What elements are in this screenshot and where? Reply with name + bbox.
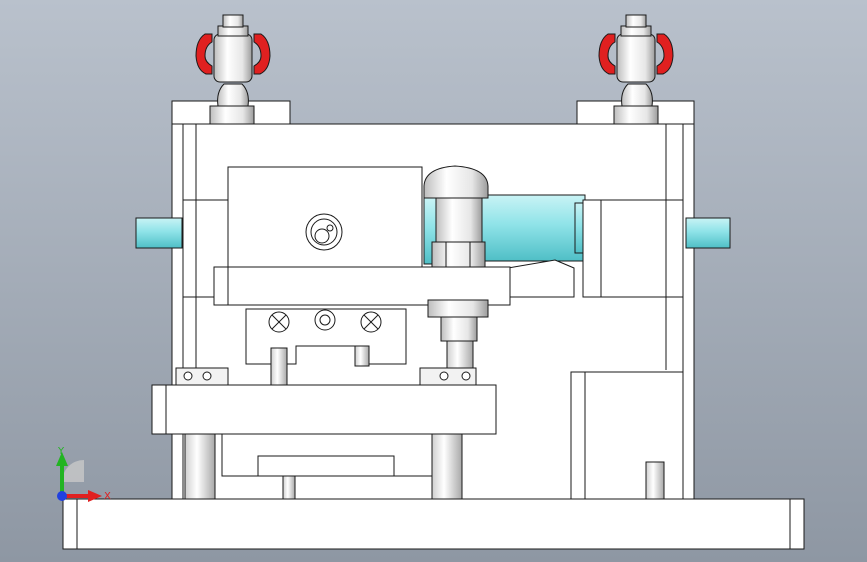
clamp-left-base-nut	[209, 105, 255, 125]
y-axis-label: Y	[57, 446, 65, 457]
piston-rod[interactable]	[446, 340, 474, 370]
side-pin-right[interactable]	[685, 217, 731, 249]
guide-post-right[interactable]	[431, 433, 463, 500]
pressure-plate[interactable]	[213, 266, 511, 306]
clamp-right-screw-b	[461, 371, 471, 381]
hex-nut-upper[interactable]	[431, 241, 486, 268]
rod-coupler	[440, 316, 478, 342]
hex-nut-lower[interactable]	[427, 299, 489, 318]
stripper-plate[interactable]	[151, 384, 497, 435]
base-plate[interactable]	[62, 498, 805, 550]
bolt-shank	[435, 197, 483, 243]
guide-post-left[interactable]	[184, 433, 216, 500]
z-axis-dot	[57, 491, 67, 501]
guide-pin-a	[282, 475, 296, 500]
punch-right[interactable]	[354, 345, 370, 367]
clamp-left-screw-b	[202, 371, 212, 381]
die-insert	[257, 455, 395, 477]
model-view[interactable]: Y X	[0, 0, 867, 562]
locating-hole-pin	[326, 224, 334, 232]
clamp-left-body	[213, 33, 253, 83]
clamp-right-body	[616, 33, 656, 83]
clamp-left-neck	[217, 83, 249, 107]
clamp-right-cap	[625, 14, 647, 28]
clamp-right-base-nut	[613, 105, 659, 125]
right-guide-block[interactable]	[582, 199, 602, 298]
side-pin-left[interactable]	[135, 217, 183, 249]
clamp-left-cap	[222, 14, 244, 28]
cad-viewport[interactable]: Y X	[0, 0, 867, 562]
clamp-right-screw-a	[439, 371, 449, 381]
clamp-left-screw-a	[183, 371, 193, 381]
pin-center-inner	[319, 314, 331, 326]
ejector-pin[interactable]	[645, 461, 665, 500]
lower-right-block[interactable]	[570, 371, 684, 500]
pneumatic-cylinder[interactable]	[479, 194, 586, 262]
clamp-right-neck	[621, 83, 653, 107]
punch-left[interactable]	[270, 347, 288, 387]
locating-hole-inner	[314, 228, 330, 244]
x-axis-label: X	[104, 491, 111, 502]
